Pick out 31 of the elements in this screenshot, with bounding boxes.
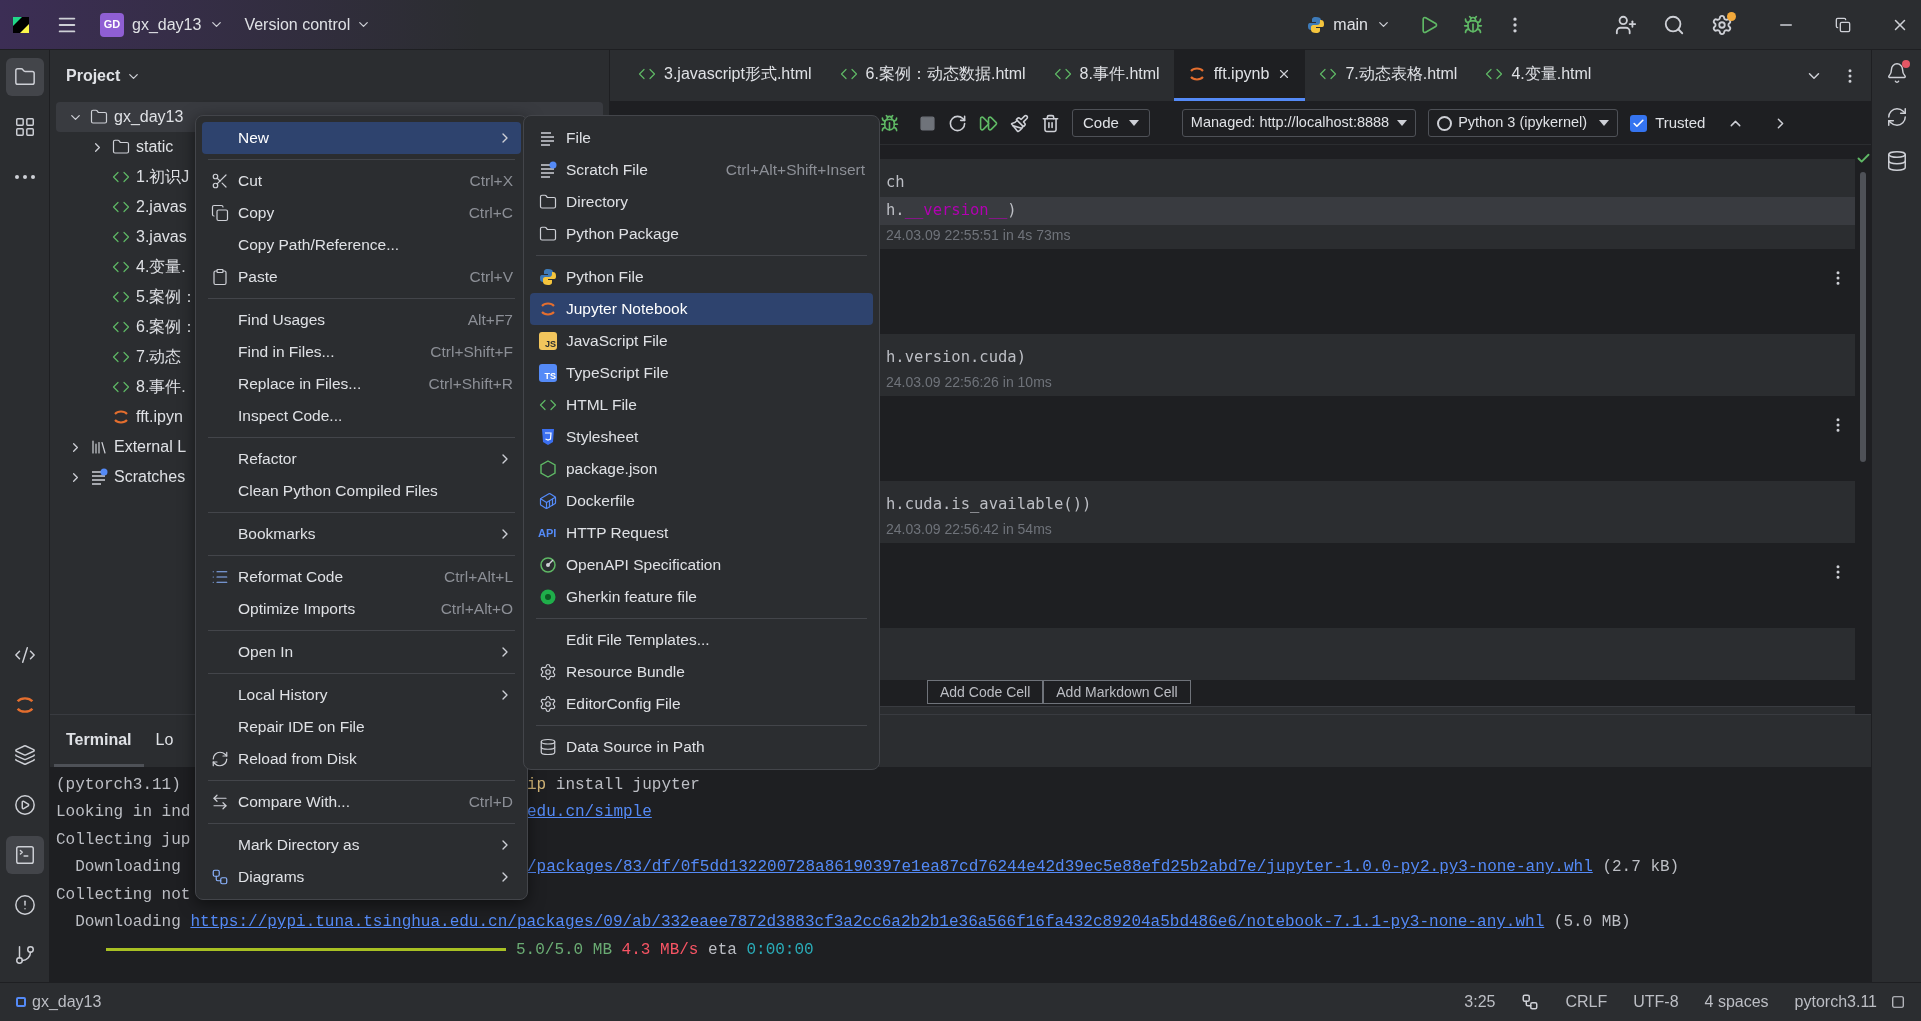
execution-status: 24.03.09 22:55:51 in 4s 73ms <box>886 226 1072 245</box>
project-badge: GD <box>100 12 124 37</box>
execution-status: 24.03.09 22:56:42 in 54ms <box>886 520 1053 539</box>
shortcut: Ctrl+X <box>469 171 513 192</box>
shortcut: Ctrl+Alt+L <box>444 567 513 588</box>
terminal-text: Collecting jup <box>56 829 191 851</box>
shortcut: Alt+F7 <box>467 310 513 331</box>
js-badge-icon: JS <box>539 332 557 350</box>
shortcut: Ctrl+V <box>469 267 513 288</box>
shortcut: Ctrl+Shift+R <box>428 374 513 395</box>
shortcut: Ctrl+C <box>468 203 513 224</box>
terminal-text: /packages/83/df/0f5dd132200728a86190397e1ea87cd76244e42d39ec5e88efd25b2abd7e/jupyter-1.0.0-py2.py3-none-any.whl (2.7 kB) <box>527 857 1680 879</box>
terminal-text: Downloading https://pypi.tuna.tsinghua.edu.cn/packages/09/ab/332eaee7872d3883cf3a2cc6a2b2b1e36a566f16fa432c89204a5bd486e6/notebook-7.1.1-py3-none-any.whl (5.0 MB) <box>74 912 1631 934</box>
terminal-text: Collecting not <box>56 884 191 906</box>
code-line: h.version.cuda) <box>886 347 1027 369</box>
project-name: gx_day13 <box>132 14 202 35</box>
api-badge-icon: API <box>538 527 558 539</box>
code-line: h.cuda.is_available()) <box>886 494 1093 516</box>
terminal-text: edu.cn/simple <box>527 802 652 824</box>
shortcut: Ctrl+D <box>468 792 513 813</box>
terminal-text: Downloading <box>74 857 181 879</box>
shortcut: Ctrl+Alt+O <box>440 599 513 620</box>
code-line: ch <box>886 172 906 194</box>
ts-badge-icon: TS <box>539 364 557 382</box>
shortcut: Ctrl+Shift+F <box>430 342 513 363</box>
terminal-text: Looking in ind <box>56 802 191 824</box>
terminal-text: ip install jupyter <box>527 774 700 796</box>
terminal-text: (pytorch3.11) <box>56 774 181 796</box>
execution-status: 24.03.09 22:56:26 in 10ms <box>886 373 1053 392</box>
terminal-text: 5.0/5.0 MB 4.3 MB/s eta 0:00:00 <box>516 939 814 961</box>
shortcut: Ctrl+Alt+Shift+Insert <box>725 160 865 181</box>
